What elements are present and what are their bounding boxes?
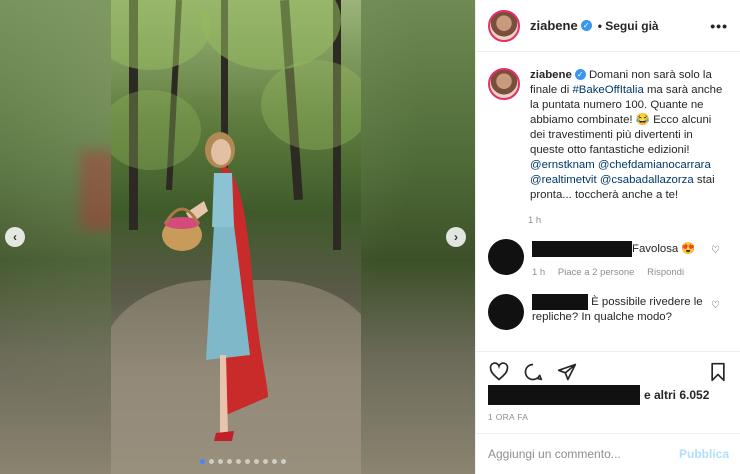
avatar[interactable] (488, 9, 520, 42)
comment-meta: 1 h Piace a 2 persone Rispondi (532, 265, 710, 280)
carousel-indicator (200, 459, 286, 464)
comment-like-icon[interactable]: ♡ (711, 245, 720, 256)
comment-body: È possibile rivedere le repliche? In qua… (532, 294, 710, 325)
verified-icon: ✓ (580, 20, 592, 31)
redacted-username (532, 241, 632, 257)
mention-link[interactable]: @chefdamianocarrara (598, 159, 711, 171)
post-photo[interactable] (111, 0, 361, 474)
comment-item: Favolosa 😍 1 h Piace a 2 persone Rispond… (476, 239, 740, 280)
caption-time: 1 h (528, 215, 542, 226)
carousel-dot (245, 459, 250, 464)
comment-time: 1 h (532, 267, 546, 278)
chevron-left-icon: ‹ (13, 230, 17, 244)
woman-figure (162, 132, 268, 441)
caption-username[interactable]: ziabene (530, 69, 572, 81)
reply-button[interactable]: Rispondi (647, 267, 684, 278)
comment-likes[interactable]: Piace a 2 persone (558, 267, 635, 278)
username[interactable]: ziabene (530, 18, 578, 33)
prev-slide-button[interactable]: ‹ (5, 227, 25, 247)
comment-text: Favolosa 😍 (632, 242, 696, 255)
carousel-dot (200, 459, 205, 464)
comment-input[interactable] (488, 447, 679, 461)
follow-button[interactable]: • Segui già (598, 19, 659, 33)
comment-item: È possibile rivedere le repliche? In qua… (476, 294, 740, 330)
mention-link[interactable]: @csabadallazorza (600, 174, 694, 186)
caption-avatar[interactable] (488, 68, 520, 100)
carousel-dot (281, 459, 286, 464)
redacted-username (532, 294, 588, 310)
commenter-avatar[interactable] (488, 294, 524, 330)
heart-icon[interactable] (488, 361, 510, 383)
redacted-liker (488, 385, 640, 405)
carousel-dot (227, 459, 232, 464)
carousel-dot (209, 459, 214, 464)
next-slide-button[interactable]: › (446, 227, 466, 247)
post-header: ziabene ✓ • Segui già ••• (476, 0, 740, 52)
chevron-right-icon: › (454, 230, 458, 244)
carousel-dot (218, 459, 223, 464)
hashtag-link[interactable]: #BakeOffItalia (572, 84, 643, 96)
share-icon[interactable] (556, 361, 578, 383)
more-options-icon[interactable]: ••• (710, 18, 728, 34)
verified-icon: ✓ (574, 69, 586, 81)
mention-link[interactable]: @ernstknam (530, 159, 595, 171)
comment-like-icon[interactable]: ♡ (711, 300, 720, 311)
post-side-panel: ziabene ✓ • Segui già ••• ziabene ✓ Doman… (475, 0, 740, 474)
mention-link[interactable]: @realtimetvit (530, 174, 597, 186)
carousel-dot (254, 459, 259, 464)
likes-summary[interactable]: e altri 6.052 (488, 385, 709, 405)
instagram-post-viewer: ‹ › ziabene ✓ • Segui già ••• ziabene ✓ D… (0, 0, 740, 474)
likes-count: e altri 6.052 (644, 388, 710, 402)
follow-label: Segui già (605, 18, 659, 33)
comment-composer: Pubblica (476, 433, 740, 474)
post-caption: ziabene ✓ Domani non sarà solo la finale … (476, 52, 740, 203)
carousel-dot (263, 459, 268, 464)
commenter-avatar[interactable] (488, 239, 524, 275)
comment-body: Favolosa 😍 1 h Piace a 2 persone Rispond… (532, 239, 710, 280)
caption-text: ziabene ✓ Domani non sarà solo la finale … (530, 68, 728, 203)
carousel-dot (272, 459, 277, 464)
publish-button[interactable]: Pubblica (679, 447, 729, 461)
bookmark-icon[interactable] (707, 361, 729, 383)
posted-time: 1 ORA FA (488, 412, 529, 422)
comment-icon[interactable] (522, 361, 544, 383)
carousel-dot (236, 459, 241, 464)
